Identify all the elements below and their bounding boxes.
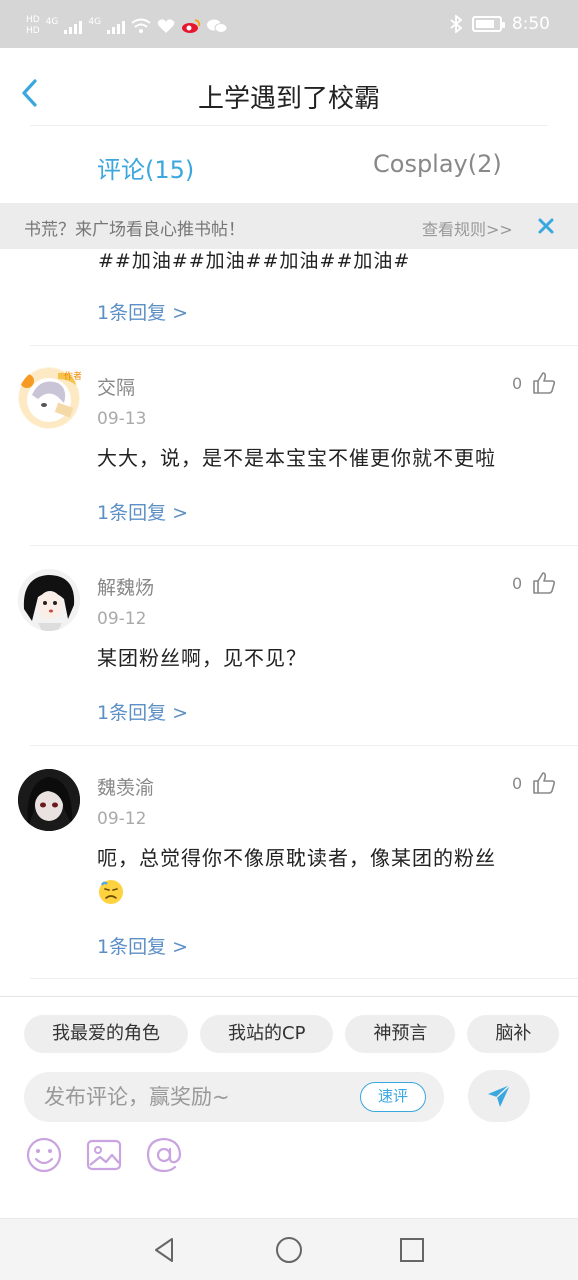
- signal-icon: [64, 18, 83, 34]
- emoji-icon[interactable]: [24, 1135, 64, 1175]
- divider: [30, 545, 578, 546]
- at-icon[interactable]: [144, 1135, 184, 1175]
- comment-date: 09-12: [97, 609, 147, 629]
- send-button[interactable]: [468, 1070, 530, 1122]
- topic-chip[interactable]: 我站的CP: [200, 1015, 334, 1053]
- header: 上学遇到了校霸: [0, 48, 578, 126]
- home-circle-icon[interactable]: [274, 1235, 304, 1265]
- health-icon: [157, 19, 175, 33]
- avatar[interactable]: [18, 569, 80, 631]
- divider: [30, 745, 578, 746]
- thumbs-up-icon: [533, 572, 556, 594]
- like-count: 0: [512, 773, 523, 793]
- like-count: 0: [512, 373, 523, 393]
- composer-tools: [24, 1135, 184, 1175]
- notice-bar: 书荒？来广场看良心推书帖！ 查看规则>>: [0, 203, 578, 249]
- thumbs-up-icon: [533, 772, 556, 794]
- avatar-image: [18, 569, 80, 631]
- like-count: 0: [512, 573, 523, 593]
- tab-bar: 评论(15) Cosplay(2): [0, 130, 578, 202]
- status-bar: HD HD 4G 4G 8:50: [0, 0, 578, 48]
- comment-text: ##加油##加油##加油##加油#: [98, 250, 411, 272]
- avatar[interactable]: [18, 769, 80, 831]
- divider: [30, 345, 578, 346]
- comment-text: 大大，说，是不是本宝宝不催更你就不更啦: [97, 446, 496, 470]
- reply-count-link[interactable]: 1条回复 >: [97, 698, 188, 725]
- wechat-icon: [207, 19, 228, 33]
- status-right: 8:50: [450, 14, 550, 34]
- topic-chip[interactable]: 脑补: [467, 1015, 560, 1053]
- reply-count-link[interactable]: 1条回复 >: [97, 498, 188, 525]
- comment-text: 呃，总觉得你不像原耽读者，像某团的粉丝: [97, 846, 496, 870]
- network-label-1: 4G: [45, 16, 59, 27]
- hd-indicator: HD HD: [26, 15, 40, 36]
- send-icon: [488, 1084, 511, 1107]
- divider: [30, 125, 548, 126]
- weibo-icon: [182, 19, 201, 33]
- image-icon[interactable]: [84, 1135, 124, 1175]
- comment-input[interactable]: [44, 1072, 344, 1122]
- recents-square-icon[interactable]: [397, 1235, 427, 1265]
- sad-face-emoji-icon: [99, 880, 123, 904]
- topic-chips: 我最爱的角色 我站的CP 神预言 脑补: [24, 1015, 578, 1055]
- comment-date: 09-12: [97, 809, 147, 829]
- back-triangle-icon[interactable]: [150, 1235, 180, 1265]
- page-title: 上学遇到了校霸: [197, 84, 380, 114]
- topic-chip[interactable]: 我最爱的角色: [24, 1015, 188, 1053]
- avatar-image: [18, 769, 80, 831]
- tab-cosplay[interactable]: Cosplay(2): [373, 150, 502, 178]
- like-button[interactable]: 0: [512, 571, 556, 595]
- status-time: 8:50: [511, 14, 550, 34]
- reply-count-link[interactable]: 1条回复 >: [97, 298, 188, 325]
- status-left: HD HD 4G 4G: [26, 15, 228, 36]
- comment-author[interactable]: 魏羡渝: [97, 773, 154, 800]
- comment-input-wrapper: 速评: [24, 1072, 444, 1122]
- wifi-icon: [131, 18, 151, 33]
- thumbs-up-icon: [533, 372, 556, 394]
- signal-icon: [107, 18, 126, 34]
- system-nav-bar: [0, 1218, 578, 1280]
- battery-icon: [471, 16, 505, 32]
- view-rules-link[interactable]: 查看规则>>: [422, 216, 513, 240]
- reply-count-link[interactable]: 1条回复 >: [97, 932, 188, 959]
- tab-comments[interactable]: 评论(15): [97, 150, 194, 185]
- notice-text[interactable]: 书荒？来广场看良心推书帖！: [24, 215, 245, 240]
- comment-date: 09-13: [97, 409, 147, 429]
- like-button[interactable]: 0: [512, 771, 556, 795]
- bluetooth-icon: [450, 15, 462, 33]
- topic-chip[interactable]: 神预言: [345, 1015, 456, 1053]
- network-label-2: 4G: [88, 16, 102, 27]
- comment-composer: 我最爱的角色我站的CP 神预言脑补 速评: [0, 996, 578, 1218]
- close-icon[interactable]: [536, 216, 556, 236]
- author-badge: 作者: [64, 372, 83, 382]
- quick-comment-button[interactable]: 速评: [360, 1082, 426, 1112]
- comment-text: 某团粉丝啊，见不见？: [97, 646, 307, 670]
- like-button[interactable]: 0: [512, 371, 556, 395]
- divider: [30, 978, 578, 979]
- comment-author[interactable]: 交隔: [97, 373, 135, 400]
- comment-author[interactable]: 解魏炀: [97, 573, 154, 600]
